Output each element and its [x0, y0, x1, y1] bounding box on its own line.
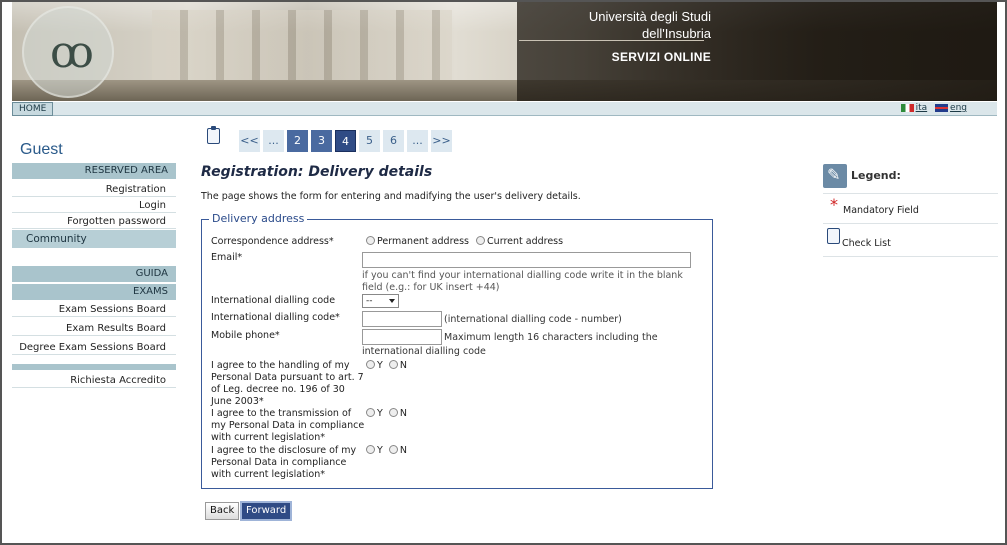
page-title: Registration: Delivery details: [201, 164, 433, 180]
mobile-hint-1: Maximum length 16 characters including t…: [444, 332, 658, 343]
pager-step-5[interactable]: 5: [359, 130, 380, 152]
correspondence-options: Permanent address Current address: [366, 236, 563, 248]
sidebar-item-login[interactable]: Login: [12, 198, 176, 213]
pager-step-2[interactable]: 2: [287, 130, 308, 152]
mobile-phone-field[interactable]: [362, 329, 442, 345]
pager-first[interactable]: <<: [239, 130, 260, 152]
sidebar-item-community[interactable]: Community: [12, 230, 176, 248]
page-frame: ꝏ Università degli Studi dell'Insubria S…: [0, 0, 1007, 545]
top-nav-bar: HOME ita eng: [12, 102, 997, 116]
clipboard-icon: [207, 126, 220, 144]
pager-step-3[interactable]: 3: [311, 130, 332, 152]
banner-divider: [519, 40, 704, 41]
agree-disclosure-no-radio[interactable]: [388, 445, 398, 454]
language-switch: ita eng: [900, 102, 972, 115]
sidebar-item-forgotten-password[interactable]: Forgotten password: [12, 214, 176, 229]
sidebar-divider: [12, 364, 176, 370]
sidebar-item-registration[interactable]: Registration: [12, 182, 176, 197]
agree-transmission-no-radio[interactable]: [388, 408, 398, 417]
mobile-hint-2: international dialling code: [362, 346, 486, 357]
pager-step-4-current[interactable]: 4: [335, 130, 356, 152]
agree-disclosure-yes-radio[interactable]: [366, 445, 375, 454]
lang-ita-link[interactable]: ita: [916, 103, 928, 113]
current-address-label: Current address: [487, 236, 564, 247]
university-logo: ꝏ: [22, 6, 114, 98]
sidebar-item-exam-results-board[interactable]: Exam Results Board: [12, 321, 176, 336]
intl-code-hint: (international dialling code - number): [444, 314, 622, 325]
current-address-radio[interactable]: [476, 236, 486, 245]
pager-ellipsis-left[interactable]: ...: [263, 130, 284, 152]
email-label: Email*: [211, 252, 243, 263]
agree-handling-no-radio[interactable]: [388, 360, 398, 369]
page-description: The page shows the form for entering and…: [201, 191, 581, 202]
pager-last[interactable]: >>: [431, 130, 452, 152]
pager-step-6[interactable]: 6: [383, 130, 404, 152]
legend-divider: [823, 256, 998, 257]
header-banner: ꝏ: [12, 2, 997, 101]
email-hint-2: field (e.g.: for UK insert +44): [362, 282, 500, 293]
sidebar-exams: EXAMS: [12, 284, 176, 300]
english-flag-icon[interactable]: [935, 103, 949, 112]
sidebar-guida[interactable]: GUIDA: [12, 266, 176, 282]
agree-handling-yes-radio[interactable]: [366, 360, 375, 369]
sidebar-item-exam-sessions-board[interactable]: Exam Sessions Board: [12, 302, 176, 317]
intl-code-select[interactable]: --: [362, 294, 399, 308]
fieldset-legend: Delivery address: [209, 212, 308, 225]
lang-eng-link[interactable]: eng: [950, 103, 967, 113]
permanent-address-label: Permanent address: [377, 236, 470, 247]
chevron-down-icon: [389, 299, 395, 303]
home-button[interactable]: HOME: [12, 102, 54, 116]
legend-mandatory-field: Mandatory Field: [843, 205, 919, 216]
agree-transmission-options: Y N: [366, 408, 407, 420]
agree-disclosure-label: I agree to the disclosure of my Personal…: [211, 445, 357, 480]
legend-divider: [823, 193, 998, 194]
intl-code-required-label: International dialling code*: [211, 312, 340, 323]
intl-code-label: International dialling code: [211, 295, 336, 306]
intl-code-number-field[interactable]: [362, 311, 442, 327]
legend-check-list[interactable]: Check List: [842, 238, 891, 249]
permanent-address-radio[interactable]: [366, 236, 375, 245]
university-name: Università degli Studi dell'Insubria: [588, 9, 711, 41]
sidebar-reserved-area: RESERVED AREA: [12, 163, 176, 179]
agree-disclosure-options: Y N: [366, 445, 407, 457]
back-button[interactable]: Back: [205, 502, 240, 520]
servizi-online-title: SERVIZI ONLINE: [611, 50, 711, 64]
agree-handling-label: I agree to the handling of my Personal D…: [211, 360, 364, 407]
mobile-label: Mobile phone*: [211, 330, 280, 341]
pin-icon: [823, 164, 847, 188]
agree-transmission-label: I agree to the transmission of my Person…: [211, 408, 365, 443]
email-field[interactable]: [362, 252, 691, 268]
legend-divider: [823, 223, 998, 224]
step-pager: << ... 2 3 4 5 6 ... >>: [239, 130, 452, 152]
forward-button[interactable]: Forward: [240, 501, 293, 521]
guest-heading: Guest: [20, 141, 63, 158]
italian-flag-icon[interactable]: [900, 103, 914, 112]
legend-title: Legend:: [851, 169, 901, 182]
pager-ellipsis-right[interactable]: ...: [407, 130, 428, 152]
sidebar-item-richiesta-accredito[interactable]: Richiesta Accredito: [12, 373, 176, 388]
agree-handling-options: Y N: [366, 360, 407, 372]
correspondence-label: Correspondence address*: [211, 236, 334, 247]
checklist-icon: [827, 228, 840, 244]
email-hint-1: if you can't find your international dia…: [362, 270, 683, 281]
agree-transmission-yes-radio[interactable]: [366, 408, 375, 417]
sidebar-item-degree-exam-sessions-board[interactable]: Degree Exam Sessions Board: [12, 340, 176, 355]
asterisk-icon: *: [830, 195, 838, 214]
